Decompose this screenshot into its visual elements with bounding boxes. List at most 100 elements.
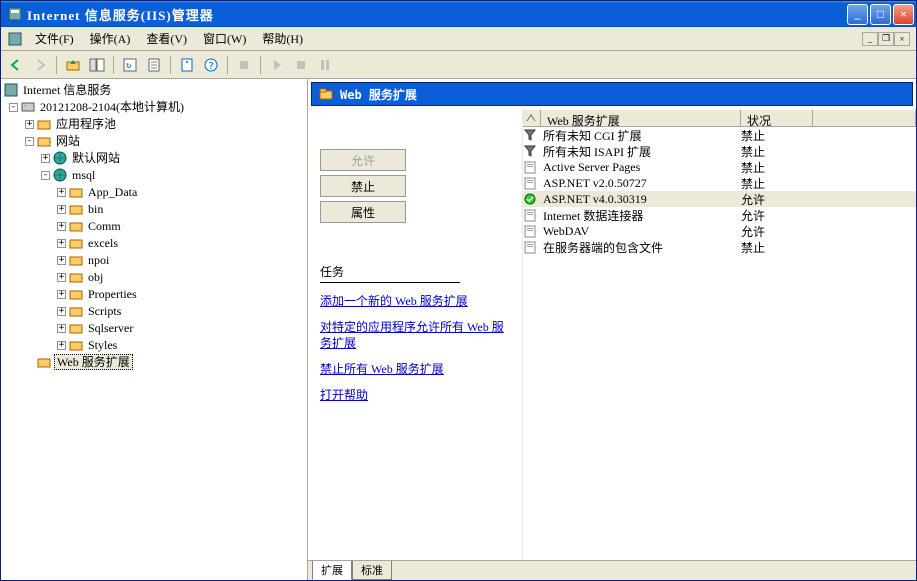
play-button[interactable] (266, 54, 288, 76)
expander-icon[interactable]: + (57, 341, 66, 350)
tree-folder[interactable]: Sqlserver (86, 321, 135, 335)
stop2-button[interactable] (290, 54, 312, 76)
list-row[interactable]: Internet 数据连接器允许 (523, 207, 916, 223)
tree-defaultsite[interactable]: 默认网站 (70, 151, 122, 165)
expander-icon[interactable]: + (57, 222, 66, 231)
list-header: Web 服务扩展 状况 (523, 109, 916, 127)
expander-icon[interactable]: + (57, 273, 66, 282)
tree-server[interactable]: 20121208-2104(本地计算机) (38, 100, 186, 114)
menu-help[interactable]: 帮助(H) (254, 28, 311, 49)
list-body: 所有未知 CGI 扩展禁止所有未知 ISAPI 扩展禁止Active Serve… (523, 127, 916, 255)
mdi-restore-button[interactable]: ❐ (878, 32, 894, 46)
tree-websites[interactable]: 网站 (54, 134, 82, 148)
tree-apppool[interactable]: 应用程序池 (54, 117, 118, 131)
properties-button[interactable]: 属性 (320, 201, 406, 223)
task-add-new[interactable]: 添加一个新的 Web 服务扩展 (320, 293, 510, 309)
refresh-button[interactable]: ↻ (119, 54, 141, 76)
close-button[interactable]: × (893, 4, 914, 25)
tree-folder[interactable]: Comm (86, 219, 123, 233)
mdi-minimize-button[interactable]: _ (862, 32, 878, 46)
folder-icon (36, 133, 52, 149)
export-button[interactable] (143, 54, 165, 76)
tree-folder[interactable]: npoi (86, 253, 111, 267)
folder-icon (68, 235, 84, 251)
list-row[interactable]: 所有未知 ISAPI 扩展禁止 (523, 143, 916, 159)
tree-webext[interactable]: Web 服务扩展 (54, 354, 133, 370)
col-status[interactable]: 状况 (741, 109, 813, 126)
list-row[interactable]: ASP.NET v4.0.30319允许 (523, 191, 916, 207)
col-name[interactable]: Web 服务扩展 (541, 109, 741, 126)
app-icon (7, 6, 23, 22)
minimize-button[interactable]: _ (847, 4, 868, 25)
show-hide-tree-button[interactable] (86, 54, 108, 76)
row-icon (523, 144, 541, 158)
expander-icon[interactable]: + (57, 290, 66, 299)
row-status: 禁止 (741, 175, 813, 192)
menu-action[interactable]: 操作(A) (82, 28, 139, 49)
tree-folder[interactable]: App_Data (86, 185, 139, 199)
row-status: 允许 (741, 191, 813, 208)
expander-icon[interactable]: - (9, 103, 18, 112)
row-name: 在服务器端的包含文件 (541, 239, 741, 256)
tree-folder[interactable]: excels (86, 236, 120, 250)
mdi-close-button[interactable]: × (894, 32, 910, 46)
expander-icon[interactable]: + (57, 205, 66, 214)
tree-folder[interactable]: Properties (86, 287, 139, 301)
row-name: Internet 数据连接器 (541, 207, 741, 224)
list-row[interactable]: 所有未知 CGI 扩展禁止 (523, 127, 916, 143)
tab-extended[interactable]: 扩展 (312, 561, 352, 580)
tree-folder[interactable]: Styles (86, 338, 119, 352)
expander-icon[interactable]: - (25, 137, 34, 146)
bottom-tabs: 扩展 标准 (308, 560, 916, 580)
menubar: 文件(F) 操作(A) 查看(V) 窗口(W) 帮助(H) _ ❐ × (1, 27, 916, 51)
expander-icon[interactable]: + (57, 307, 66, 316)
expander-icon[interactable]: + (41, 154, 50, 163)
list-row[interactable]: 在服务器端的包含文件禁止 (523, 239, 916, 255)
folder-icon (318, 86, 334, 102)
expander-icon[interactable]: + (57, 188, 66, 197)
folder-icon (68, 320, 84, 336)
task-allow-all[interactable]: 对特定的应用程序允许所有 Web 服务扩展 (320, 319, 510, 351)
col-spacer (813, 109, 916, 126)
tree-folder[interactable]: Scripts (86, 304, 123, 318)
tree-pane[interactable]: Internet 信息服务 - 20121208-2104(本地计算机) + 应用程… (1, 79, 308, 580)
row-status: 禁止 (741, 239, 813, 256)
tree-folder[interactable]: obj (86, 270, 105, 284)
task-prohibit-all[interactable]: 禁止所有 Web 服务扩展 (320, 361, 510, 377)
pause-button[interactable] (314, 54, 336, 76)
tasks-header: 任务 (320, 263, 460, 283)
task-open-help[interactable]: 打开帮助 (320, 387, 510, 403)
titlebar[interactable]: Internet 信息服务(IIS)管理器 _ □ × (1, 1, 916, 27)
row-name: ASP.NET v4.0.30319 (541, 192, 741, 207)
tree-root[interactable]: Internet 信息服务 (21, 83, 113, 97)
menu-view[interactable]: 查看(V) (138, 28, 195, 49)
list-row[interactable]: WebDAV允许 (523, 223, 916, 239)
row-status: 允许 (741, 223, 813, 240)
row-icon (523, 240, 541, 254)
allow-button[interactable]: 允许 (320, 149, 406, 171)
back-button[interactable] (5, 54, 27, 76)
stop-button[interactable] (233, 54, 255, 76)
tree-folder[interactable]: bin (86, 202, 105, 216)
maximize-button[interactable]: □ (870, 4, 891, 25)
tab-standard[interactable]: 标准 (352, 561, 392, 580)
menu-file[interactable]: 文件(F) (27, 28, 82, 49)
server-icon (20, 99, 36, 115)
properties-button[interactable] (176, 54, 198, 76)
list-row[interactable]: Active Server Pages禁止 (523, 159, 916, 175)
help-button[interactable]: ? (200, 54, 222, 76)
tree-msql[interactable]: msql (70, 168, 97, 182)
menu-window[interactable]: 窗口(W) (195, 28, 254, 49)
folder-icon (36, 354, 52, 370)
up-folder-button[interactable] (62, 54, 84, 76)
expander-icon[interactable]: + (57, 324, 66, 333)
sort-indicator-col[interactable] (523, 109, 541, 126)
expander-icon[interactable]: + (57, 239, 66, 248)
prohibit-button[interactable]: 禁止 (320, 175, 406, 197)
list-row[interactable]: ASP.NET v2.0.50727禁止 (523, 175, 916, 191)
expander-icon[interactable]: + (25, 120, 34, 129)
expander-icon[interactable]: + (57, 256, 66, 265)
expander-icon[interactable]: - (41, 171, 50, 180)
svg-text:↻: ↻ (126, 61, 131, 71)
forward-button[interactable] (29, 54, 51, 76)
